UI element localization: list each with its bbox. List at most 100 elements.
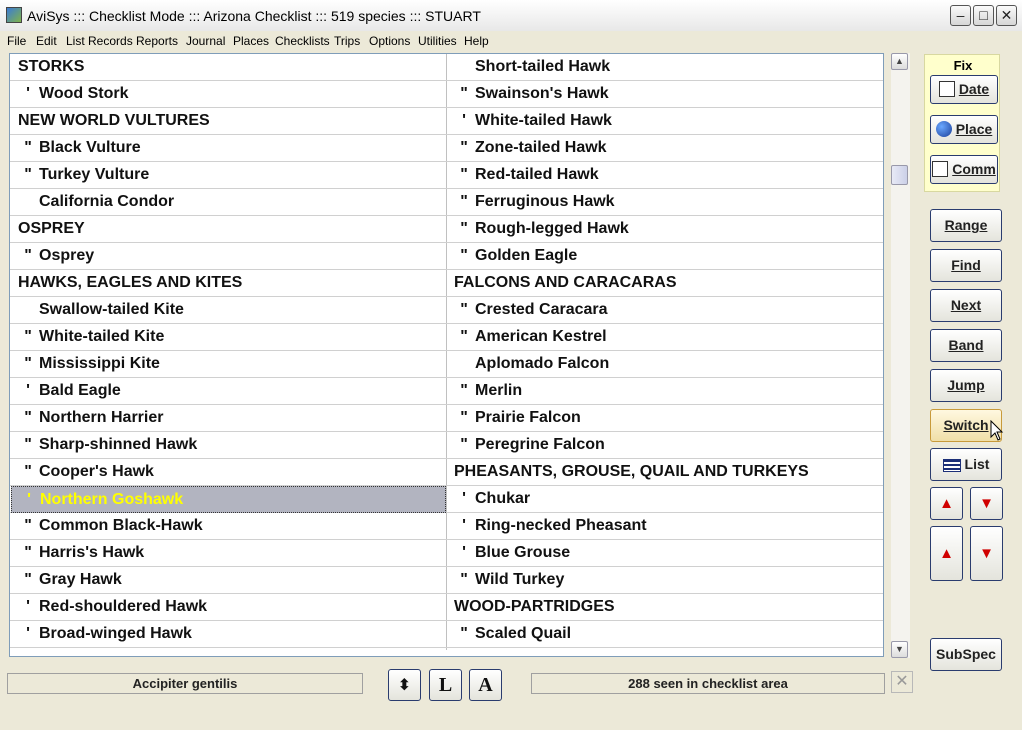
seen-mark: ' xyxy=(26,382,30,399)
move-up-small-button[interactable]: ▲ xyxy=(930,487,963,520)
species-name: Short-tailed Hawk xyxy=(475,58,611,75)
menu-reports[interactable]: Reports xyxy=(136,31,178,51)
menu-edit[interactable]: Edit xyxy=(36,31,57,51)
species-row[interactable]: " Mississippi Kite xyxy=(11,351,446,378)
find-button[interactable]: Find xyxy=(930,249,1002,282)
vertical-scrollbar[interactable]: ▲ ▼ xyxy=(891,53,910,658)
species-name: Black Vulture xyxy=(39,139,141,156)
menu-list-records[interactable]: List Records xyxy=(66,31,133,51)
species-row[interactable]: Swallow-tailed Kite xyxy=(11,297,446,324)
menu-places[interactable]: Places xyxy=(233,31,269,51)
species-row[interactable]: " Zone-tailed Hawk xyxy=(447,135,883,162)
species-row[interactable]: " Ferruginous Hawk xyxy=(447,189,883,216)
species-row[interactable]: California Condor xyxy=(11,189,446,216)
date-button[interactable]: Date xyxy=(930,75,998,104)
menu-options[interactable]: Options xyxy=(369,31,410,51)
family-header-row[interactable]: OSPREY xyxy=(11,216,446,243)
family-header-row[interactable]: STORKS xyxy=(11,54,446,81)
species-row[interactable]: " Gray Hawk xyxy=(11,567,446,594)
a-button[interactable]: A xyxy=(469,669,502,701)
family-name: OSPREY xyxy=(18,220,85,237)
subspec-button[interactable]: SubSpec xyxy=(930,638,1002,671)
species-row[interactable]: ' Blue Grouse xyxy=(447,540,883,567)
seen-mark: " xyxy=(24,436,32,453)
close-button[interactable]: ✕ xyxy=(996,5,1017,26)
species-name: Rough-legged Hawk xyxy=(475,220,629,237)
minimize-button[interactable]: – xyxy=(950,5,971,26)
l-button[interactable]: L xyxy=(429,669,462,701)
species-row[interactable]: " Merlin xyxy=(447,378,883,405)
species-row[interactable]: ' Wood Stork xyxy=(11,81,446,108)
species-row[interactable]: " Swainson's Hawk xyxy=(447,81,883,108)
calendar-icon xyxy=(938,81,955,97)
checklist-grid[interactable]: STORKS ' Wood Stork NEW WORLD VULTURES " Blac… xyxy=(9,53,884,657)
species-row[interactable]: " Golden Eagle xyxy=(447,243,883,270)
move-down-large-button[interactable]: ▼ xyxy=(970,526,1003,581)
comm-button[interactable]: Comm xyxy=(930,155,998,184)
band-button[interactable]: Band xyxy=(930,329,1002,362)
maximize-button[interactable]: □ xyxy=(973,5,994,26)
species-row[interactable]: " Rough-legged Hawk xyxy=(447,216,883,243)
next-button[interactable]: Next xyxy=(930,289,1002,322)
species-row[interactable]: Short-tailed Hawk xyxy=(447,54,883,81)
family-name: NEW WORLD VULTURES xyxy=(18,112,210,129)
family-header-row[interactable]: NEW WORLD VULTURES xyxy=(11,108,446,135)
app-icon[interactable] xyxy=(6,7,22,23)
jump-button[interactable]: Jump xyxy=(930,369,1002,402)
family-header-row[interactable]: FALCONS AND CARACARAS xyxy=(447,270,883,297)
range-button[interactable]: Range xyxy=(930,209,1002,242)
menu-bar: File Edit List Records Reports Journal P… xyxy=(0,31,1022,51)
species-row[interactable]: " Crested Caracara xyxy=(447,297,883,324)
menu-help[interactable]: Help xyxy=(464,31,489,51)
family-header-row[interactable]: PHEASANTS, GROUSE, QUAIL AND TURKEYS xyxy=(447,459,883,486)
menu-trips[interactable]: Trips xyxy=(334,31,360,51)
species-name: Broad-winged Hawk xyxy=(39,625,192,642)
species-row[interactable]: " Scaled Quail xyxy=(447,621,883,648)
species-row[interactable]: " Cooper's Hawk xyxy=(11,459,446,486)
menu-checklists[interactable]: Checklists xyxy=(275,31,330,51)
species-row[interactable]: ' Broad-winged Hawk xyxy=(11,621,446,648)
species-row-selected[interactable]: ' Northern Goshawk xyxy=(11,486,446,513)
species-row[interactable]: ' Ring-necked Pheasant xyxy=(447,513,883,540)
species-row[interactable]: " Wild Turkey xyxy=(447,567,883,594)
species-row[interactable]: ' Red-shouldered Hawk xyxy=(11,594,446,621)
species-row[interactable]: " White-tailed Kite xyxy=(11,324,446,351)
species-row[interactable]: " Peregrine Falcon xyxy=(447,432,883,459)
species-row[interactable]: ' White-tailed Hawk xyxy=(447,108,883,135)
clear-icon[interactable]: ✕ xyxy=(891,671,913,693)
species-name: Crested Caracara xyxy=(475,301,608,318)
seen-mark: " xyxy=(460,85,468,102)
species-row[interactable]: " Red-tailed Hawk xyxy=(447,162,883,189)
place-button[interactable]: Place xyxy=(930,115,998,144)
family-name: HAWKS, EAGLES AND KITES xyxy=(18,274,243,291)
scroll-up-arrow-icon[interactable]: ▲ xyxy=(891,53,908,70)
arrow-up-icon: ▲ xyxy=(939,545,954,562)
menu-file[interactable]: File xyxy=(7,31,26,51)
species-row[interactable]: " Black Vulture xyxy=(11,135,446,162)
species-row[interactable]: " American Kestrel xyxy=(447,324,883,351)
scroll-thumb[interactable] xyxy=(891,165,908,185)
family-header-row[interactable]: WOOD-PARTRIDGES xyxy=(447,594,883,621)
species-row[interactable]: " Turkey Vulture xyxy=(11,162,446,189)
move-up-large-button[interactable]: ▲ xyxy=(930,526,963,581)
family-header-row[interactable]: HAWKS, EAGLES AND KITES xyxy=(11,270,446,297)
species-name: Northern Goshawk xyxy=(40,491,184,508)
menu-utilities[interactable]: Utilities xyxy=(418,31,457,51)
menu-journal[interactable]: Journal xyxy=(186,31,225,51)
species-row[interactable]: " Common Black-Hawk xyxy=(11,513,446,540)
list-button[interactable]: List xyxy=(930,448,1002,481)
species-row[interactable]: " Prairie Falcon xyxy=(447,405,883,432)
species-row[interactable]: ' Chukar xyxy=(447,486,883,513)
species-row[interactable]: " Northern Harrier xyxy=(11,405,446,432)
species-row[interactable]: Aplomado Falcon xyxy=(447,351,883,378)
species-name: Ring-necked Pheasant xyxy=(475,517,647,534)
move-down-small-button[interactable]: ▼ xyxy=(970,487,1003,520)
scroll-down-arrow-icon[interactable]: ▼ xyxy=(891,641,908,658)
seen-mark: " xyxy=(24,544,32,561)
species-row[interactable]: " Sharp-shinned Hawk xyxy=(11,432,446,459)
sort-toggle-button[interactable]: ⬍ xyxy=(388,669,421,701)
species-row[interactable]: " Harris's Hawk xyxy=(11,540,446,567)
species-row[interactable]: ' Bald Eagle xyxy=(11,378,446,405)
family-name: FALCONS AND CARACARAS xyxy=(454,274,677,291)
species-row[interactable]: " Osprey xyxy=(11,243,446,270)
